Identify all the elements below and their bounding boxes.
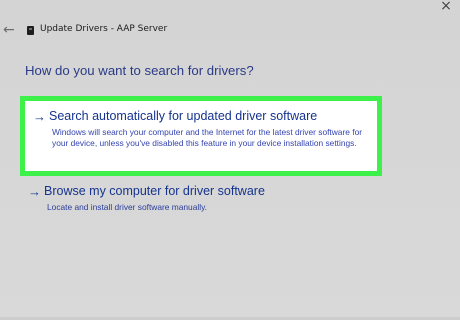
option-description: Locate and install driver software manua…: [47, 202, 207, 212]
option-heading: Browse my computer for driver software: [44, 184, 265, 198]
window-title: Update Drivers - AAP Server: [40, 24, 168, 34]
update-drivers-window: × ← Update Drivers - AAP Server How do y…: [0, 0, 460, 320]
browse-computer-option[interactable]: → Browse my computer for driver software …: [28, 184, 372, 213]
page-heading: How do you want to search for drivers?: [25, 63, 254, 78]
search-automatically-option[interactable]: → Search automatically for updated driver…: [20, 96, 382, 176]
close-icon[interactable]: ×: [438, 0, 454, 14]
arrow-right-icon: →: [33, 109, 46, 124]
option-description: Windows will search your computer and th…: [52, 127, 363, 148]
option-heading: Search automatically for updated driver …: [49, 109, 318, 123]
device-icon: [27, 26, 34, 35]
arrow-right-icon: →: [28, 184, 41, 199]
back-arrow-icon[interactable]: ←: [3, 22, 17, 38]
